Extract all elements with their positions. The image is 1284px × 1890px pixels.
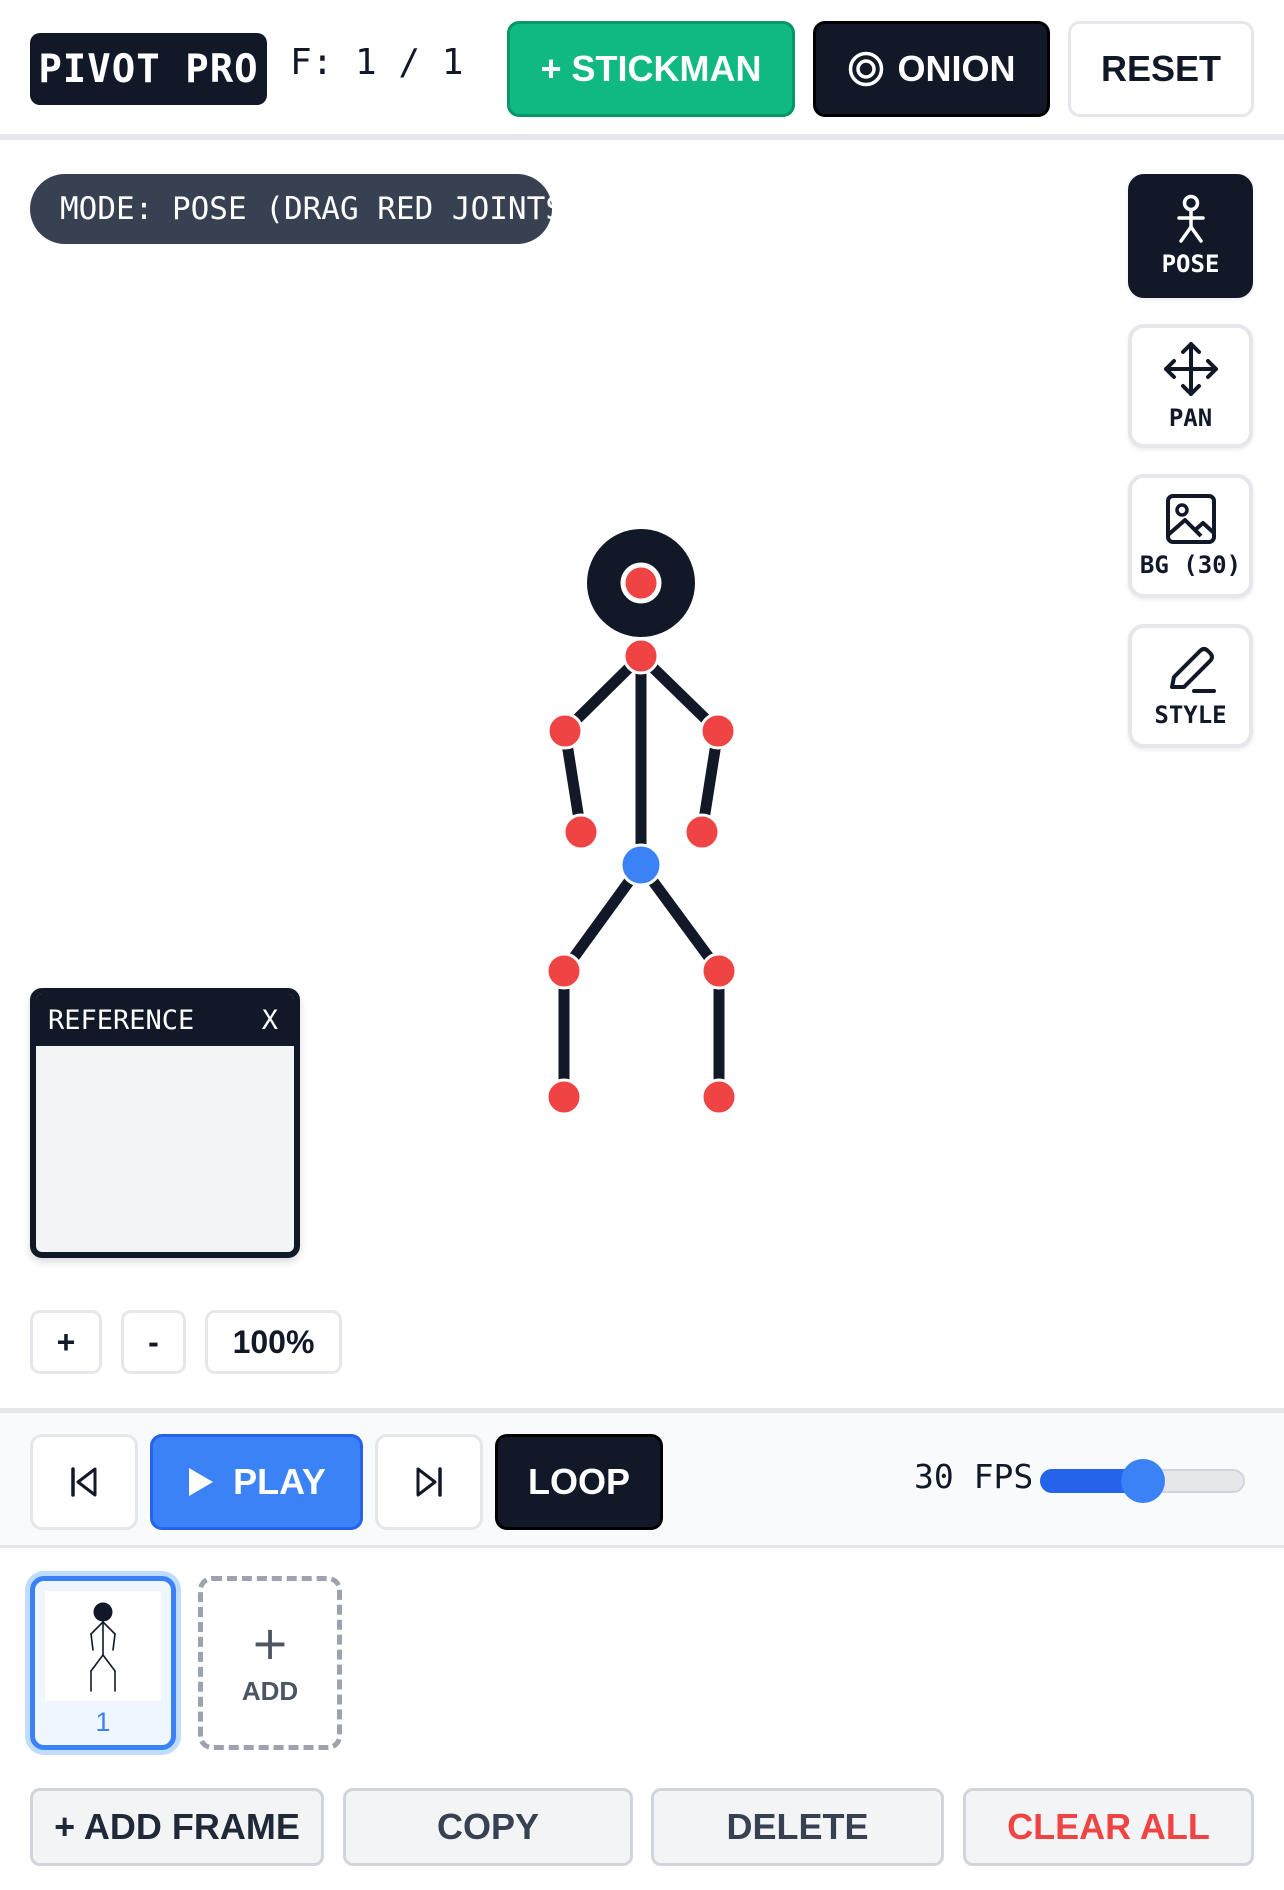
joint-right-hand[interactable] [683,813,721,851]
joint-left-foot[interactable] [545,1078,583,1116]
clear-all-button[interactable]: CLEAR ALL [963,1788,1254,1866]
reference-close-button[interactable]: X [258,1005,282,1036]
joint-right-knee[interactable] [700,952,738,990]
delete-frame-button[interactable]: DELETE [651,1788,944,1866]
joint-head[interactable] [620,562,662,604]
frame-thumbnail[interactable]: 1 [30,1576,176,1750]
add-frame-slot-label: ADD [241,1675,299,1706]
reference-header: REFERENCE X [36,994,294,1046]
frame-thumbnail-preview [45,1591,161,1701]
loop-toggle-button[interactable]: LOOP [495,1434,663,1530]
add-frame-button[interactable]: + ADD FRAME [30,1788,324,1866]
fps-slider[interactable] [1040,1459,1245,1503]
pan-tool-button[interactable]: PAN [1128,324,1253,448]
play-icon [189,1468,214,1496]
animation-canvas[interactable]: MODE: POSE (DRAG RED JOINTS) POSE PAN BG… [0,146,1284,1408]
stickfigure-icon [1176,194,1205,243]
add-frame-slot[interactable]: + ADD [198,1576,342,1750]
style-tool-label: STYLE [1154,701,1227,729]
reference-panel[interactable]: REFERENCE X [30,988,300,1258]
joint-hip-root[interactable] [619,843,663,887]
play-button[interactable]: PLAY [150,1434,363,1530]
pose-tool-button[interactable]: POSE [1128,174,1253,298]
joint-right-foot[interactable] [700,1078,738,1116]
zoom-level[interactable]: 100% [205,1310,342,1374]
joint-left-knee[interactable] [545,952,583,990]
playback-bar: PLAY LOOP 30 FPS [0,1408,1284,1548]
image-icon [1165,494,1216,544]
background-tool-label: BG (30) [1139,551,1242,579]
add-stickman-button[interactable]: + STICKMAN [507,21,795,117]
pencil-icon [1169,647,1216,693]
pose-tool-label: POSE [1161,250,1220,278]
frame-counter: F: 1 / 1 [290,42,464,83]
frame-number: 1 [95,1707,111,1737]
reset-button[interactable]: RESET [1068,21,1254,117]
mode-indicator: MODE: POSE (DRAG RED JOINTS) [30,174,583,244]
onion-skin-button[interactable]: ONION [813,21,1050,117]
app-window: PIVOT PRO F: 1 / 1 + STICKMAN ONION RESE… [0,0,1284,1890]
onion-label: ONION [897,48,1016,89]
skip-back-icon [71,1467,97,1497]
skip-forward-icon [416,1467,442,1497]
zoom-in-button[interactable]: + [30,1310,102,1374]
top-bar: PIVOT PRO F: 1 / 1 + STICKMAN ONION RESE… [0,0,1284,140]
onion-target-icon [849,51,884,87]
plus-icon: + [250,1615,290,1670]
pan-tool-label: PAN [1168,404,1213,432]
next-frame-button[interactable] [375,1434,483,1530]
style-tool-button[interactable]: STYLE [1128,624,1253,748]
joint-neck[interactable] [622,637,660,675]
fps-slider-thumb[interactable] [1121,1459,1165,1503]
zoom-out-button[interactable]: - [121,1310,186,1374]
fps-readout: 30 FPS [914,1457,1034,1496]
timeline: 1 + ADD + ADD FRAME COPY DELETE CLEAR AL… [0,1548,1284,1890]
reference-title: REFERENCE [48,1004,195,1036]
app-logo: PIVOT PRO [30,33,267,105]
joint-right-elbow[interactable] [699,712,737,750]
joint-left-hand[interactable] [562,813,600,851]
copy-frame-button[interactable]: COPY [343,1788,633,1866]
play-label: PLAY [233,1461,326,1502]
previous-frame-button[interactable] [30,1434,138,1530]
joint-left-elbow[interactable] [546,712,584,750]
move-arrows-icon [1163,342,1218,396]
background-tool-button[interactable]: BG (30) [1128,474,1253,598]
